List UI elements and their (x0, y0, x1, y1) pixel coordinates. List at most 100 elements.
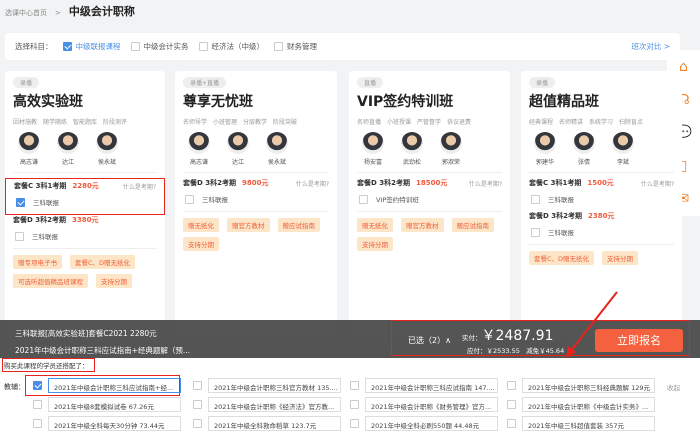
package-list: 套餐D 3科2考期 18500元 什么是考期? VIP签约特训班 (357, 172, 502, 204)
checkbox[interactable] (193, 400, 202, 409)
teacher[interactable]: 郭淑荣 (440, 132, 462, 166)
exam-period-help-link[interactable]: 什么是考期? (123, 182, 156, 191)
checkbox[interactable] (130, 42, 140, 51)
breadcrumb-home[interactable]: 选课中心首页 (5, 9, 47, 17)
teacher-avatar (266, 132, 288, 154)
feature: 扫除盲点 (619, 119, 644, 126)
teacher[interactable]: 张倩 (573, 132, 595, 166)
package-option[interactable]: 三科联报 (16, 197, 156, 207)
package-header: 套餐D 3科2考期 9800元 什么是考期? (183, 178, 329, 188)
addon-item[interactable]: 2021年中级会计职称三科应试指南 147.... (350, 378, 498, 393)
exam-period-help-link[interactable]: 什么是考期? (469, 179, 502, 188)
subject-option[interactable]: 经济法（中级） (198, 41, 265, 52)
feature: 协议退费 (447, 119, 472, 126)
teacher[interactable]: 杨安富 (362, 132, 384, 166)
class-compare-link[interactable]: 班次对比 > (631, 41, 670, 52)
addon-item-label: 2021年中级会计职称三科官方教材 135.... (208, 378, 341, 393)
class-card: 直播 VIP签约特训班 名师直播 小班授课 严管督学 协议退费 杨安富 武劲松 郭淑荣 套餐D 3… (349, 71, 510, 341)
addon-item[interactable]: 2021年中级会计职称三科应试指南+经... (33, 378, 181, 393)
package-option[interactable]: 三科联报 (531, 227, 674, 237)
cart-bar: 三科联报[高效实验班]套餐C2021 2280元 2021年中级会计职称三科应试… (0, 291, 700, 358)
checkbox[interactable] (507, 381, 516, 390)
checkbox[interactable] (185, 194, 194, 204)
package-option[interactable]: 三科联报 (185, 194, 329, 204)
checkbox[interactable] (350, 400, 359, 409)
gift-tag: 赠官方教材 (401, 218, 444, 232)
class-card: 录播+直播 尊享无忧班 名师导学 小班管理 分层教学 阶段突破 高志谦 达江 侯永斌 套餐D 3科… (175, 71, 337, 341)
delivery-tag: 直播 (357, 77, 384, 88)
package-option-label: VIP签约特训班 (376, 196, 419, 204)
gift-tag: 赠官方教材 (227, 218, 270, 232)
teacher-avatar (612, 132, 634, 154)
checkbox[interactable] (350, 419, 359, 428)
addon-item[interactable]: 2021年中级全科救命稻草 123.7元 (193, 416, 341, 431)
teacher[interactable]: 郭建华 (534, 132, 556, 166)
package-option-label: 三科联报 (33, 199, 59, 207)
addon-item[interactable]: 2021年中级8套模拟试卷 67.26元 (33, 397, 181, 412)
addon-item-label: 2021年中级三科超值套装 357元 (522, 416, 655, 431)
addon-item[interactable]: 2021年中级会计职称三科官方教材 135.... (193, 378, 341, 393)
gift-tag: 套餐C、D赠无纸化 (70, 255, 136, 269)
addon-item[interactable]: 2021年中级会计职称《经济法》官方教... (193, 397, 341, 412)
teacher-name: 侯永斌 (267, 159, 286, 166)
checkbox[interactable] (62, 42, 72, 51)
addon-item-label: 2021年中级会计职称《财务管理》官方... (365, 397, 498, 412)
addon-item[interactable]: 2021年中级全科每天30分钟 73.44元 (33, 416, 181, 431)
feature: 智能题库 (73, 119, 98, 126)
checkbox[interactable] (531, 194, 540, 204)
checkbox[interactable] (193, 419, 202, 428)
checkbox[interactable] (33, 400, 42, 409)
addon-item[interactable]: 2021年中级三科超值套装 357元 (507, 416, 655, 431)
checkbox[interactable] (350, 381, 359, 390)
checkbox[interactable] (15, 231, 24, 241)
checkbox[interactable] (507, 419, 516, 428)
addon-item[interactable]: 2021年中级会计职称《中级会计实务》... (507, 397, 655, 412)
teacher-avatar (188, 132, 210, 154)
class-title: 高效实验班 (13, 94, 83, 110)
selected-count-toggle[interactable]: 已选（2）∧ (408, 335, 451, 346)
package-option[interactable]: 三科联报 (15, 231, 157, 241)
checkbox[interactable] (359, 194, 368, 204)
subject-option[interactable]: 中级联报课程 (62, 41, 121, 52)
gift-tag: 赠应试指南 (451, 218, 494, 232)
subject-option-label: 经济法（中级） (211, 42, 265, 51)
collapse-link[interactable]: 收起 (667, 382, 680, 392)
teacher[interactable]: 达江 (227, 132, 249, 166)
teacher[interactable]: 侯永斌 (96, 132, 118, 166)
teacher-avatar (96, 132, 118, 154)
checkbox[interactable] (507, 400, 516, 409)
package-header: 套餐C 3科1考期 2280元 什么是考期? (14, 181, 156, 191)
class-title: 尊享无忧班 (183, 94, 253, 110)
exam-period-help-link[interactable]: 什么是考期? (296, 179, 329, 188)
addon-item[interactable]: 2021年中级会计职称《财务管理》官方... (350, 397, 498, 412)
checkbox[interactable] (193, 381, 202, 390)
feature: 系统学习 (589, 119, 614, 126)
teacher-avatar (573, 132, 595, 154)
package-option[interactable]: 三科联报 (531, 194, 674, 204)
checkbox[interactable] (531, 227, 540, 237)
teacher[interactable]: 达江 (57, 132, 79, 166)
exam-period-help-link[interactable]: 什么是考期? (641, 179, 674, 188)
checkbox[interactable] (16, 197, 25, 207)
checkbox[interactable] (33, 381, 42, 390)
addon-item[interactable]: 2021年中级全科必刷550题 44.48元 (350, 416, 498, 431)
subject-option-label: 财务管理 (287, 42, 317, 51)
package-header: 套餐D 3科2考期 2380元 (529, 211, 674, 221)
package-option[interactable]: VIP签约特训班 (359, 194, 502, 204)
addon-label: 教辅： (4, 383, 25, 391)
subject-option[interactable]: 中级会计实务 (130, 41, 189, 52)
teacher[interactable]: 李斌 (612, 132, 634, 166)
gift-tag: 支持分期 (183, 237, 219, 251)
checkbox[interactable] (198, 42, 208, 51)
checkbox[interactable] (33, 419, 42, 428)
teacher[interactable]: 武劲松 (401, 132, 423, 166)
addon-item-label: 2021年中级8套模拟试卷 67.26元 (48, 397, 181, 412)
teacher[interactable]: 高志谦 (18, 132, 40, 166)
subject-option[interactable]: 财务管理 (274, 41, 317, 52)
addon-item[interactable]: 2021年中级会计职称三科经典题解 129元 (507, 378, 655, 393)
teacher[interactable]: 高志谦 (188, 132, 210, 166)
gift-tag: 套餐C、D赠无纸化 (529, 251, 595, 265)
teacher-name: 郭建华 (535, 159, 554, 166)
teacher[interactable]: 侯永斌 (266, 132, 288, 166)
checkbox[interactable] (274, 42, 283, 51)
